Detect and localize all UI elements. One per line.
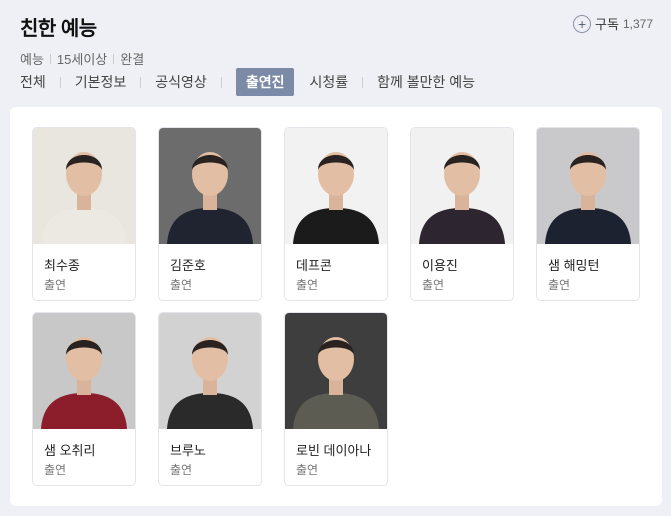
cast-role: 출연 xyxy=(548,278,571,292)
cast-photo xyxy=(159,128,261,244)
tab-recommended[interactable]: 함께 볼만한 예능 xyxy=(377,72,475,92)
cast-card[interactable]: 데프콘 출연 xyxy=(284,127,388,301)
cast-photo xyxy=(537,128,639,244)
cast-role: 출연 xyxy=(296,463,319,477)
subscribe-button[interactable]: + 구독 1,377 xyxy=(573,14,653,33)
cast-role: 출연 xyxy=(44,278,67,292)
cast-card[interactable]: 로빈 데이아나 출연 xyxy=(284,312,388,486)
meta-divider xyxy=(49,53,51,64)
cast-name: 샘 오취리 xyxy=(44,443,96,458)
cast-photo xyxy=(33,313,135,429)
age-rating-label: 15세이상 xyxy=(56,52,108,67)
tab-divider xyxy=(362,76,364,88)
cast-name: 김준호 xyxy=(170,258,206,273)
cast-name: 이용진 xyxy=(422,258,458,273)
cast-role: 출연 xyxy=(170,463,193,477)
header: 친한 예능 예능 15세이상 완결 + 구독 1,377 xyxy=(20,12,653,72)
cast-role: 출연 xyxy=(44,463,67,477)
cast-role: 출연 xyxy=(422,278,445,292)
cast-photo xyxy=(411,128,513,244)
cast-name: 샘 해밍턴 xyxy=(548,258,600,273)
cast-card[interactable]: 이용진 출연 xyxy=(410,127,514,301)
cast-photo xyxy=(159,313,261,429)
tab-divider xyxy=(140,76,142,88)
cast-panel: 최수종 출연 김준호 출연 데프콘 출연 이용진 출연 샘 해밍턴 출연 샘 오… xyxy=(10,107,662,506)
cast-card[interactable]: 최수종 출연 xyxy=(32,127,136,301)
tab-bar: 전체 기본정보 공식영상 출연진 시청률 함께 볼만한 예능 xyxy=(20,68,475,96)
tab-official-video[interactable]: 공식영상 xyxy=(155,72,207,92)
cast-name: 데프콘 xyxy=(296,258,332,273)
cast-name: 브루노 xyxy=(170,443,206,458)
cast-photo xyxy=(33,128,135,244)
tab-divider xyxy=(220,76,222,88)
tab-divider xyxy=(59,76,61,88)
cast-card[interactable]: 샘 해밍턴 출연 xyxy=(536,127,640,301)
cast-role: 출연 xyxy=(296,278,319,292)
cast-card[interactable]: 샘 오취리 출연 xyxy=(32,312,136,486)
subscribe-label: 구독 xyxy=(595,17,619,32)
genre-label: 예능 xyxy=(20,52,44,67)
cast-name: 로빈 데이아나 xyxy=(296,443,372,458)
tab-all[interactable]: 전체 xyxy=(20,72,46,92)
meta-divider xyxy=(113,53,115,64)
cast-name: 최수종 xyxy=(44,258,80,273)
subscriber-count: 1,377 xyxy=(622,16,653,31)
cast-card[interactable]: 브루노 출연 xyxy=(158,312,262,486)
cast-card[interactable]: 김준호 출연 xyxy=(158,127,262,301)
page-title: 친한 예능 xyxy=(20,18,97,40)
tab-ratings[interactable]: 시청률 xyxy=(309,72,348,92)
status-label: 완결 xyxy=(120,52,145,67)
cast-role: 출연 xyxy=(170,278,193,292)
cast-photo xyxy=(285,128,387,244)
tab-basic-info[interactable]: 기본정보 xyxy=(75,72,127,92)
cast-photo xyxy=(285,313,387,429)
tab-cast[interactable]: 출연진 xyxy=(235,68,295,96)
plus-icon: + xyxy=(573,14,592,33)
program-meta: 예능 15세이상 완결 xyxy=(20,49,653,68)
